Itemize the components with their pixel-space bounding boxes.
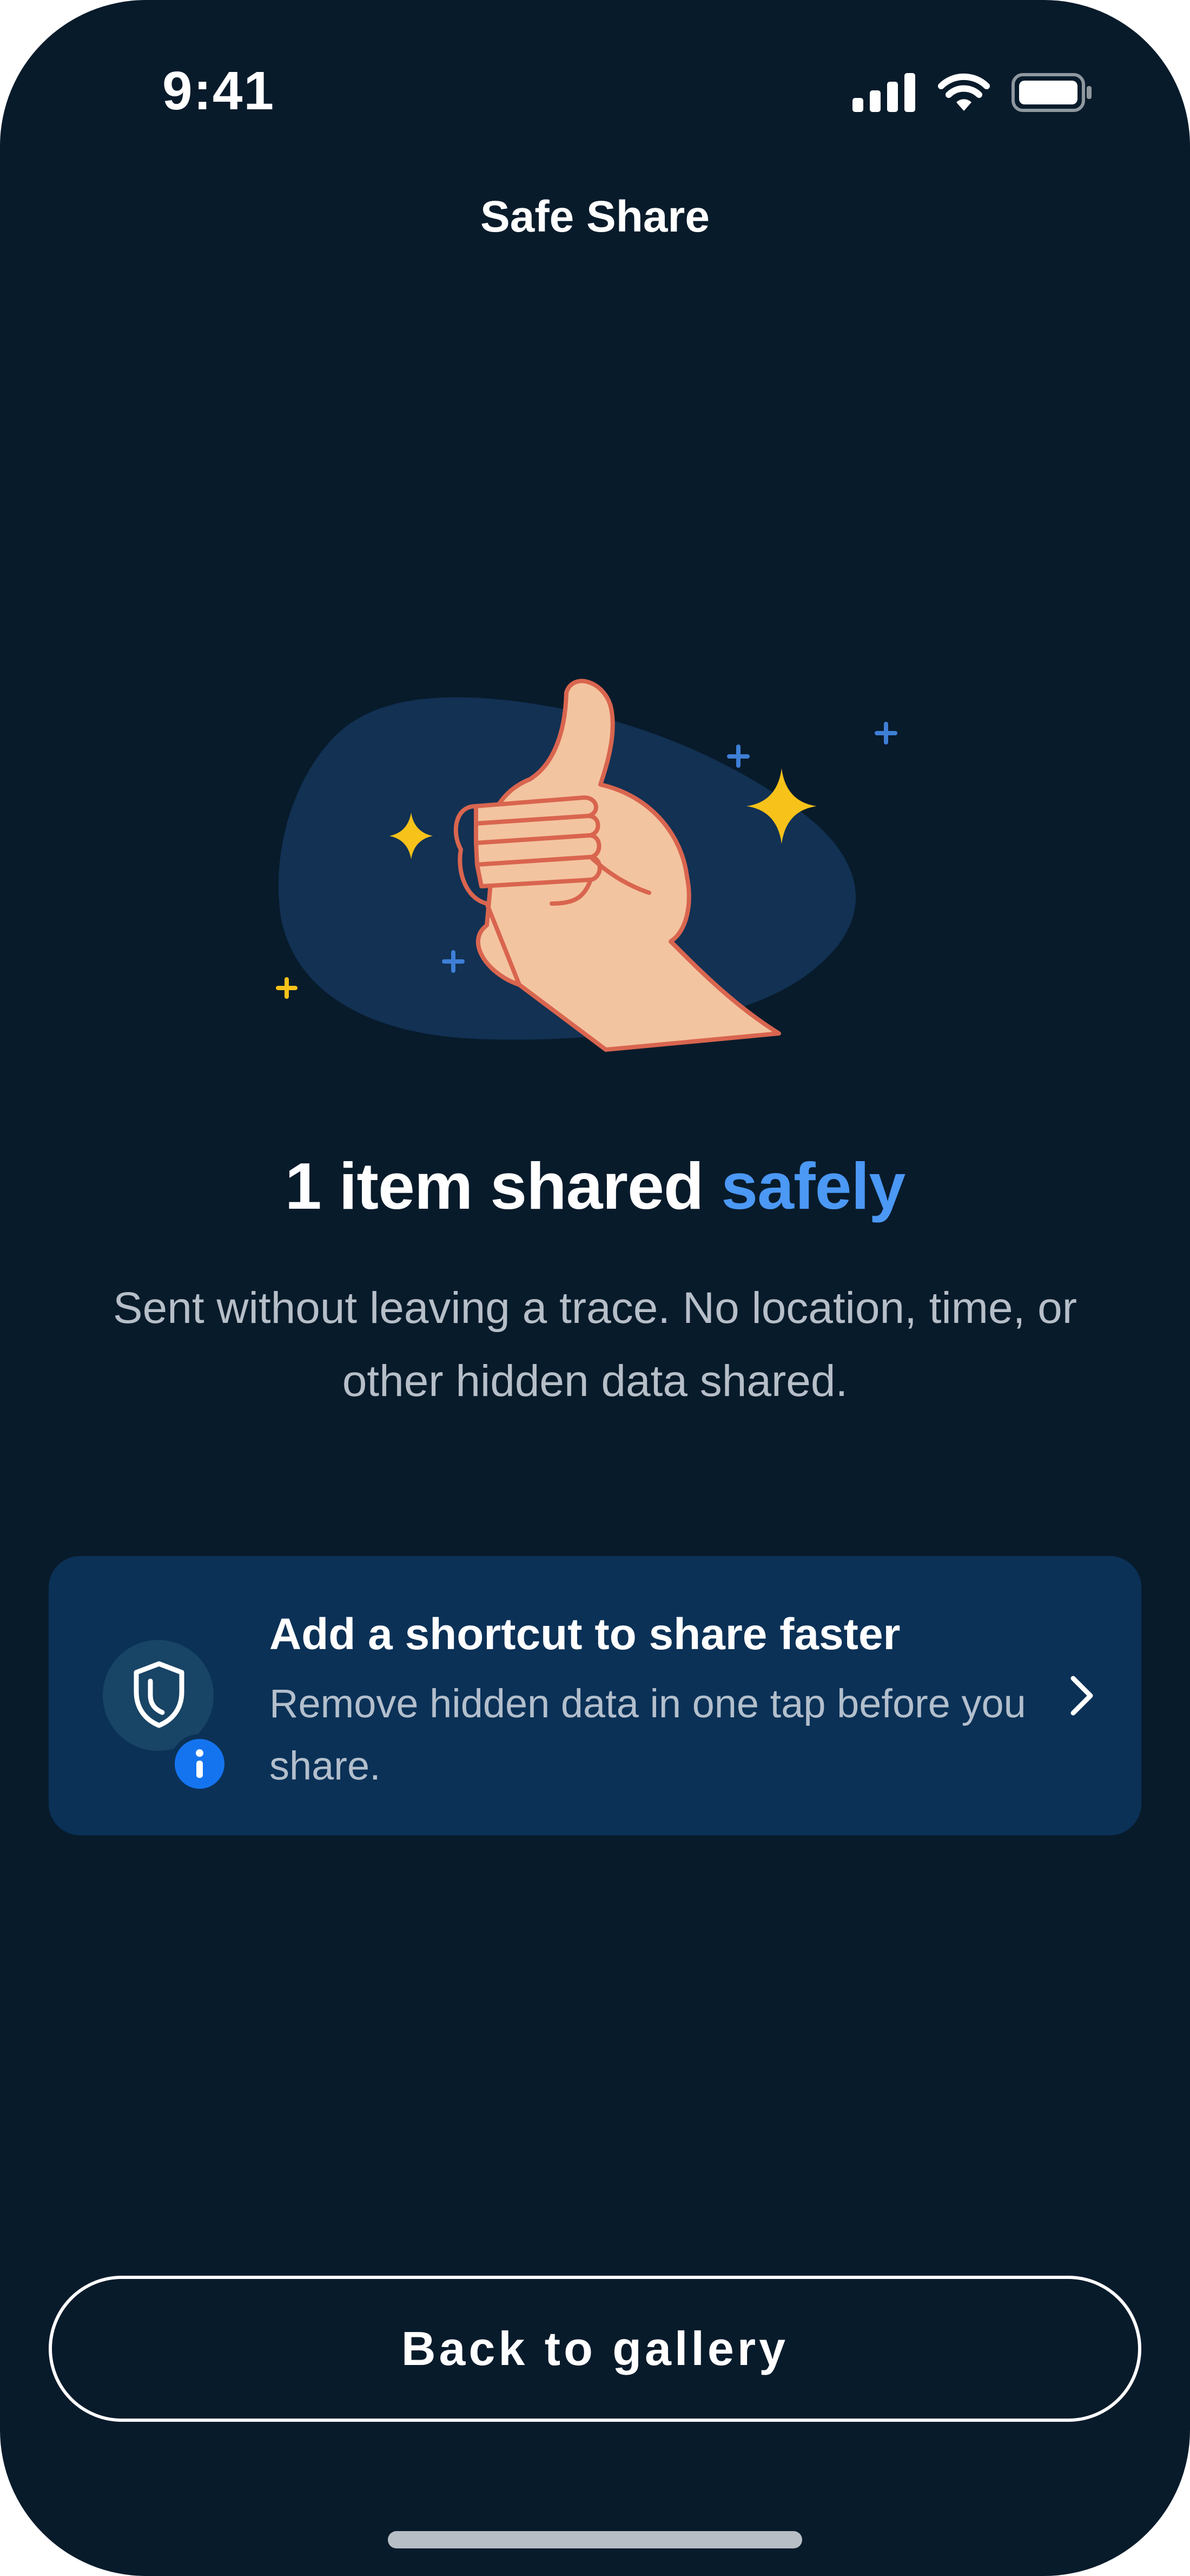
status-icons xyxy=(852,73,1093,112)
shield-icon xyxy=(134,1661,184,1728)
plus-icon xyxy=(727,745,750,768)
success-title: 1 item shared safely xyxy=(0,1150,1190,1222)
cellular-signal-icon xyxy=(852,73,915,112)
back-to-gallery-button[interactable]: Back to gallery xyxy=(49,2276,1141,2422)
chevron-right-icon xyxy=(1070,1676,1093,1716)
shortcut-card-subtitle: Remove hidden data in one tap before you… xyxy=(269,1681,1026,1788)
wifi-icon xyxy=(938,73,990,111)
info-icon xyxy=(170,1734,229,1794)
add-shortcut-card[interactable]: Add a shortcut to share faster Remove hi… xyxy=(49,1556,1141,1835)
shortcut-card-title: Add a shortcut to share faster xyxy=(269,1610,901,1659)
status-time: 9:41 xyxy=(162,61,275,121)
plus-icon xyxy=(276,977,298,999)
success-title-main: 1 item shared xyxy=(285,1149,704,1223)
page-title: Safe Share xyxy=(480,192,710,241)
plus-icon xyxy=(875,722,897,745)
app-screen: 9:41 Safe Share 1 item shared safely Sen… xyxy=(0,0,1190,2576)
home-indicator[interactable] xyxy=(388,2531,802,2548)
thumbs-up-illustration xyxy=(276,678,897,1052)
success-description: Sent without leaving a trace. No locatio… xyxy=(113,1283,1077,1406)
battery-icon xyxy=(1012,73,1092,112)
success-title-accent: safely xyxy=(721,1149,905,1223)
